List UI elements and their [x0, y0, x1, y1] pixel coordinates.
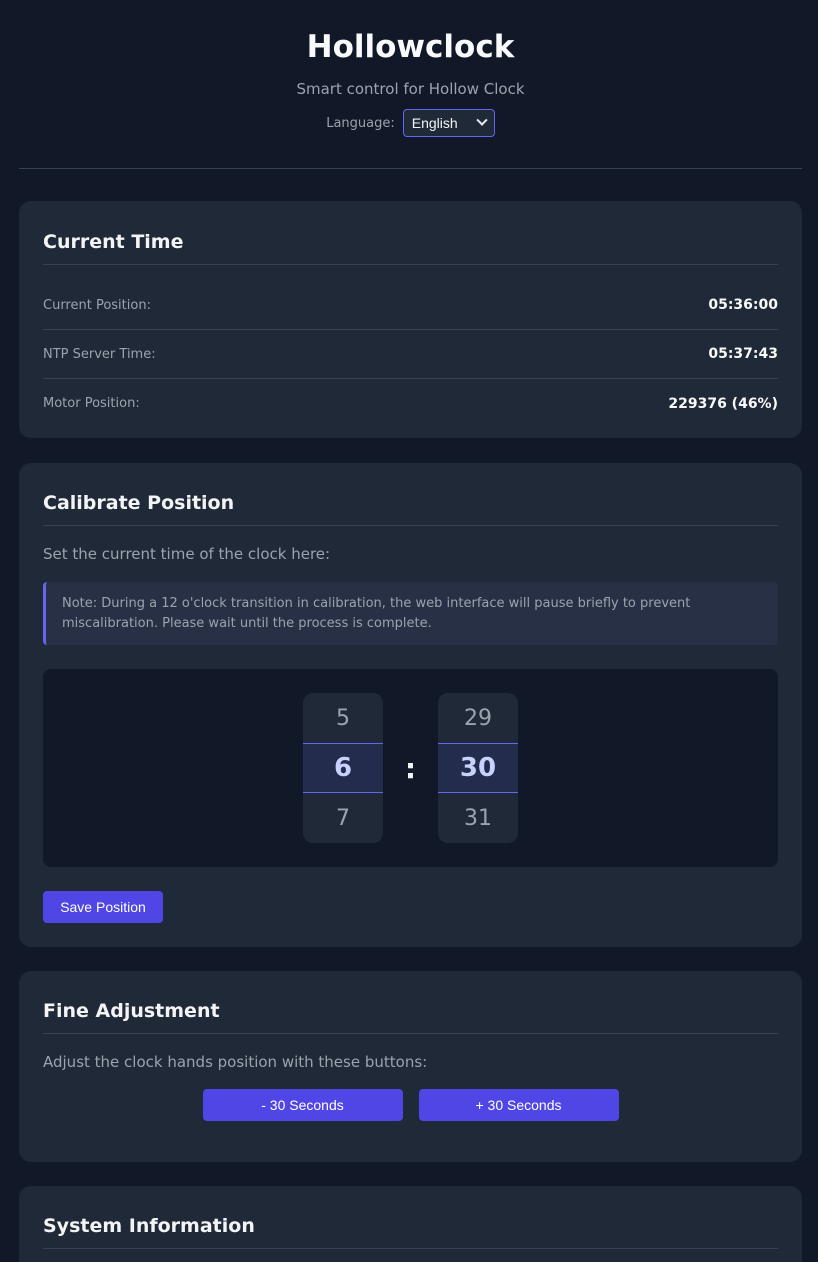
app-title: Hollowclock [306, 29, 515, 65]
plus-30-seconds-button[interactable]: + 30 Seconds [418, 1089, 619, 1121]
current-time-card: Current Time Current Position: 05:36:00 … [19, 201, 802, 438]
minute-option-next[interactable]: 31 [438, 793, 518, 843]
calibrate-title: Calibrate Position [43, 491, 778, 526]
hour-wheel[interactable]: 5 6 7 [303, 693, 383, 843]
time-separator: : [404, 751, 417, 785]
minute-option-selected[interactable]: 30 [438, 743, 518, 793]
fine-adjustment-buttons: - 30 Seconds + 30 Seconds [43, 1089, 778, 1121]
current-time-list: Current Position: 05:36:00 NTP Server Ti… [43, 281, 778, 428]
app-subtitle: Smart control for Hollow Clock [296, 80, 525, 98]
page-header: Hollowclock Smart control for Hollow Clo… [19, 0, 802, 169]
fine-adjustment-card: Fine Adjustment Adjust the clock hands p… [19, 971, 802, 1162]
save-position-button[interactable]: Save Position [43, 891, 163, 923]
calibration-note: Note: During a 12 o'clock transition in … [43, 582, 778, 645]
hour-option-prev[interactable]: 5 [303, 693, 383, 743]
page: Hollowclock Smart control for Hollow Clo… [0, 0, 818, 1262]
hour-option-selected[interactable]: 6 [303, 743, 383, 793]
language-select[interactable]: English [402, 109, 495, 137]
info-label: Current Position: [43, 297, 151, 313]
language-label: Language: [326, 115, 395, 131]
minus-30-seconds-button[interactable]: - 30 Seconds [202, 1089, 403, 1121]
info-value: 05:36:00 [708, 297, 778, 313]
minute-wheel[interactable]: 29 30 31 [438, 693, 518, 843]
hour-option-next[interactable]: 7 [303, 793, 383, 843]
info-row-current-position: Current Position: 05:36:00 [43, 281, 778, 330]
info-value: 05:37:43 [708, 346, 778, 362]
fine-adjustment-description: Adjust the clock hands position with the… [43, 1053, 428, 1071]
chevron-down-icon [476, 114, 488, 126]
minute-option-prev[interactable]: 29 [438, 693, 518, 743]
system-info-card: System Information [19, 1186, 802, 1262]
fine-adjustment-title: Fine Adjustment [43, 999, 778, 1034]
language-selected-value: English [411, 115, 458, 131]
calibrate-description: Set the current time of the clock here: [43, 545, 331, 563]
info-value: 229376 (46%) [668, 395, 778, 412]
system-info-title: System Information [43, 1214, 778, 1249]
info-label: Motor Position: [43, 396, 140, 411]
current-time-title: Current Time [43, 230, 778, 265]
info-row-ntp-time: NTP Server Time: 05:37:43 [43, 330, 778, 379]
time-picker: 5 6 7 : 29 30 31 [43, 669, 778, 867]
info-label: NTP Server Time: [43, 346, 156, 362]
calibrate-card: Calibrate Position Set the current time … [19, 463, 802, 947]
language-row: Language: English [19, 109, 802, 137]
info-row-motor-position: Motor Position: 229376 (46%) [43, 379, 778, 428]
